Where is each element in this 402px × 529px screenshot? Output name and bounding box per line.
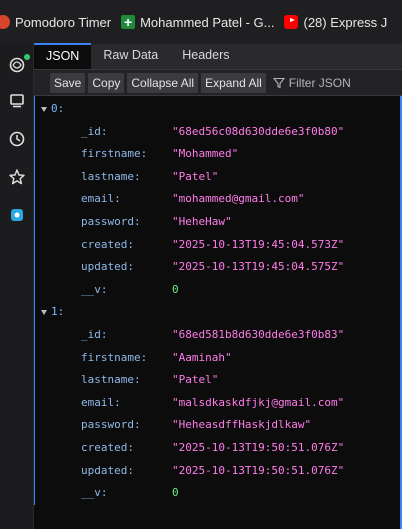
json-row[interactable]: lastname: "Patel" [35, 369, 402, 392]
bookmark-mohammed[interactable]: + Mohammed Patel - G... [121, 15, 274, 30]
json-value: "HeheasdffHaskjdlkaw" [172, 418, 312, 432]
json-row[interactable]: firstname: "Aaminah" [35, 347, 402, 370]
filter-icon [272, 77, 285, 88]
json-value: "Patel" [172, 169, 219, 183]
extension-icon[interactable] [8, 206, 26, 224]
object-index: 1: [51, 305, 65, 319]
json-value: "2025-10-13T19:45:04.573Z" [172, 237, 345, 251]
youtube-icon [284, 15, 299, 29]
json-row[interactable]: __v: 0 [35, 482, 402, 505]
json-key: updated: [81, 260, 134, 274]
json-value: "2025-10-13T19:45:04.575Z" [172, 260, 345, 274]
json-key: email: [81, 192, 121, 206]
json-value: "Aaminah" [172, 350, 232, 364]
json-value: "68ed56c08d630dde6e3f0b80" [172, 124, 345, 138]
expand-triangle-icon [41, 106, 47, 112]
filter-json-input[interactable]: Filter JSON [272, 73, 351, 93]
json-row[interactable]: lastname: "Patel" [35, 166, 402, 189]
bookmark-pomodoro[interactable]: Pomodoro Timer [0, 15, 111, 30]
json-key: created: [81, 237, 134, 251]
copy-button[interactable]: Copy [88, 72, 125, 93]
json-key: _id: [81, 124, 108, 138]
json-key: firstname: [81, 350, 148, 364]
star-icon[interactable] [8, 168, 26, 186]
json-key: password: [81, 418, 141, 432]
json-value: 0 [172, 486, 179, 500]
json-value: "Mohammed" [172, 147, 239, 161]
bookmark-label: (28) Express J [303, 14, 388, 30]
json-value: "2025-10-13T19:50:51.076Z" [172, 440, 345, 454]
json-key: email: [81, 395, 121, 409]
json-value: "68ed581b8d630dde6e3f0b83" [172, 327, 345, 341]
json-key: __v: [81, 282, 108, 296]
json-value: "mohammed@gmail.com" [172, 192, 305, 206]
tomato-icon [0, 15, 10, 29]
bookmark-label: Mohammed Patel - G... [140, 14, 275, 30]
json-row[interactable]: _id: "68ed581b8d630dde6e3f0b83" [35, 324, 402, 347]
plus-icon: + [121, 15, 136, 29]
json-value: "Patel" [172, 373, 219, 387]
json-value: "HeheHaw" [172, 214, 232, 228]
object-toggle-0[interactable]: 0: [35, 98, 402, 121]
json-key: lastname: [81, 373, 141, 387]
json-row[interactable]: created: "2025-10-13T19:50:51.076Z" [35, 437, 402, 460]
tab-headers[interactable]: Headers [170, 43, 241, 69]
json-key: password: [81, 214, 141, 228]
browser-sidebar [0, 44, 34, 529]
expand-triangle-icon [41, 309, 47, 315]
json-row[interactable]: firstname: "Mohammed" [35, 143, 402, 166]
json-key: firstname: [81, 147, 148, 161]
expand-all-button[interactable]: Expand All [201, 72, 266, 93]
save-button[interactable]: Save [50, 72, 86, 93]
json-key: created: [81, 440, 134, 454]
json-key: __v: [81, 486, 108, 500]
json-value: "2025-10-13T19:50:51.076Z" [172, 463, 345, 477]
json-tree: 0: _id: "68ed56c08d630dde6e3f0b80" firstnam… [34, 96, 402, 505]
object-index: 0: [51, 102, 65, 115]
bookmark-express[interactable]: (28) Express J [284, 15, 387, 30]
tab-raw-data[interactable]: Raw Data [91, 43, 170, 69]
json-toolbar: Save Copy Collapse All Expand All Filter… [34, 70, 402, 96]
json-viewer: JSON Raw Data Headers Save Copy Collapse… [34, 43, 402, 529]
viewer-tabs: JSON Raw Data Headers [34, 43, 402, 70]
json-row[interactable]: email: "mohammed@gmail.com" [35, 188, 402, 211]
bookmark-label: Pomodoro Timer [15, 14, 112, 30]
tab-json[interactable]: JSON [34, 43, 92, 69]
json-row[interactable]: __v: 0 [35, 279, 402, 302]
collapse-all-button[interactable]: Collapse All [127, 72, 199, 93]
json-value: 0 [172, 282, 179, 296]
json-row[interactable]: updated: "2025-10-13T19:50:51.076Z" [35, 460, 402, 483]
bookmarks-bar: Pomodoro Timer + Mohammed Patel - G... (… [0, 0, 402, 44]
json-key: _id: [81, 327, 108, 341]
json-row[interactable]: _id: "68ed56c08d630dde6e3f0b80" [35, 121, 402, 144]
json-row[interactable]: updated: "2025-10-13T19:45:04.575Z" [35, 256, 402, 279]
filter-placeholder: Filter JSON [288, 75, 351, 90]
status-dot [24, 54, 30, 60]
json-value: "malsdkaskdfjkj@gmail.com" [172, 395, 345, 409]
object-toggle-1[interactable]: 1: [35, 301, 402, 324]
json-key: lastname: [81, 169, 141, 183]
history-icon[interactable] [8, 130, 26, 148]
notes-icon[interactable] [8, 92, 26, 110]
json-row[interactable]: created: "2025-10-13T19:45:04.573Z" [35, 234, 402, 257]
json-row[interactable]: password: "HeheHaw" [35, 211, 402, 234]
json-row[interactable]: password: "HeheasdffHaskjdlkaw" [35, 414, 402, 437]
json-row[interactable]: email: "malsdkaskdfjkj@gmail.com" [35, 392, 402, 415]
json-key: updated: [81, 463, 134, 477]
chatgpt-icon[interactable] [8, 56, 26, 74]
